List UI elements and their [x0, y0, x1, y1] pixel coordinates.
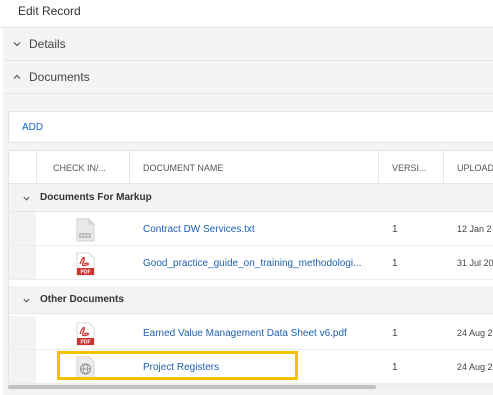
document-name-link[interactable]: Earned Value Management Data Sheet v6.pd… [143, 328, 365, 339]
document-upload-date: 31 Jul 20 [457, 258, 493, 268]
documents-section-label: Documents [29, 70, 90, 84]
document-version: 1 [392, 328, 398, 339]
document-name-link[interactable]: Project Registers [143, 362, 365, 373]
group-header-other-documents[interactable]: Other Documents [9, 286, 493, 314]
documents-toolbar: ADD [8, 111, 493, 143]
column-divider [36, 151, 37, 184]
add-button[interactable]: ADD [22, 122, 43, 133]
table-row[interactable]: PDF Good_practice_guide_on_training_meth… [9, 246, 493, 280]
chevron-down-icon [23, 298, 30, 303]
chevron-down-icon [23, 196, 30, 201]
row-gutter [9, 212, 36, 245]
grid-header: CHECK IN/... DOCUMENT NAME VERSI... UPLO… [9, 151, 493, 184]
row-gutter [9, 246, 36, 279]
document-name-link[interactable]: Contract DW Services.txt [143, 224, 365, 235]
document-version: 1 [392, 258, 398, 269]
pdf-file-icon: PDF [76, 252, 95, 276]
column-divider [443, 151, 444, 184]
column-header-check-in[interactable]: CHECK IN/... [53, 151, 133, 184]
details-section-label: Details [29, 37, 66, 51]
globe-link-icon [76, 356, 95, 380]
table-row[interactable]: Project Registers 1 24 Aug 2 [9, 350, 493, 384]
table-row[interactable]: Contract DW Services.txt 1 12 Jan 2 [9, 212, 493, 246]
window-title: Edit Record [18, 4, 81, 18]
txt-file-icon [76, 218, 95, 242]
group-label: Other Documents [40, 294, 124, 305]
horizontal-scrollbar[interactable] [8, 384, 493, 390]
column-header-document-name[interactable]: DOCUMENT NAME [143, 151, 363, 184]
scrollbar-thumb[interactable] [8, 385, 376, 389]
details-section-header[interactable]: Details [3, 28, 493, 61]
svg-text:PDF: PDF [81, 340, 91, 346]
group-label: Documents For Markup [40, 192, 152, 203]
title-bar: Edit Record [0, 0, 493, 28]
documents-grid: CHECK IN/... DOCUMENT NAME VERSI... UPLO… [8, 150, 493, 386]
column-divider [378, 151, 379, 184]
documents-section-header[interactable]: Documents [3, 61, 493, 94]
pdf-file-icon: PDF [76, 322, 95, 346]
document-version: 1 [392, 224, 398, 235]
table-row[interactable]: PDF Earned Value Management Data Sheet v… [9, 316, 493, 350]
group-header-documents-for-markup[interactable]: Documents For Markup [9, 184, 493, 212]
document-upload-date: 24 Aug 2 [457, 362, 493, 372]
document-name-link[interactable]: Good_practice_guide_on_training_methodol… [143, 258, 365, 269]
column-header-uploaded[interactable]: UPLOAD [457, 151, 493, 184]
svg-text:PDF: PDF [81, 270, 91, 276]
chevron-up-icon [13, 74, 21, 79]
row-gutter [9, 316, 36, 349]
column-header-version[interactable]: VERSI... [392, 151, 442, 184]
chevron-down-icon [13, 42, 21, 47]
column-divider [129, 151, 130, 184]
document-upload-date: 24 Aug 2 [457, 328, 493, 338]
row-gutter [9, 350, 36, 383]
document-version: 1 [392, 362, 398, 373]
document-upload-date: 12 Jan 2 [457, 224, 492, 234]
